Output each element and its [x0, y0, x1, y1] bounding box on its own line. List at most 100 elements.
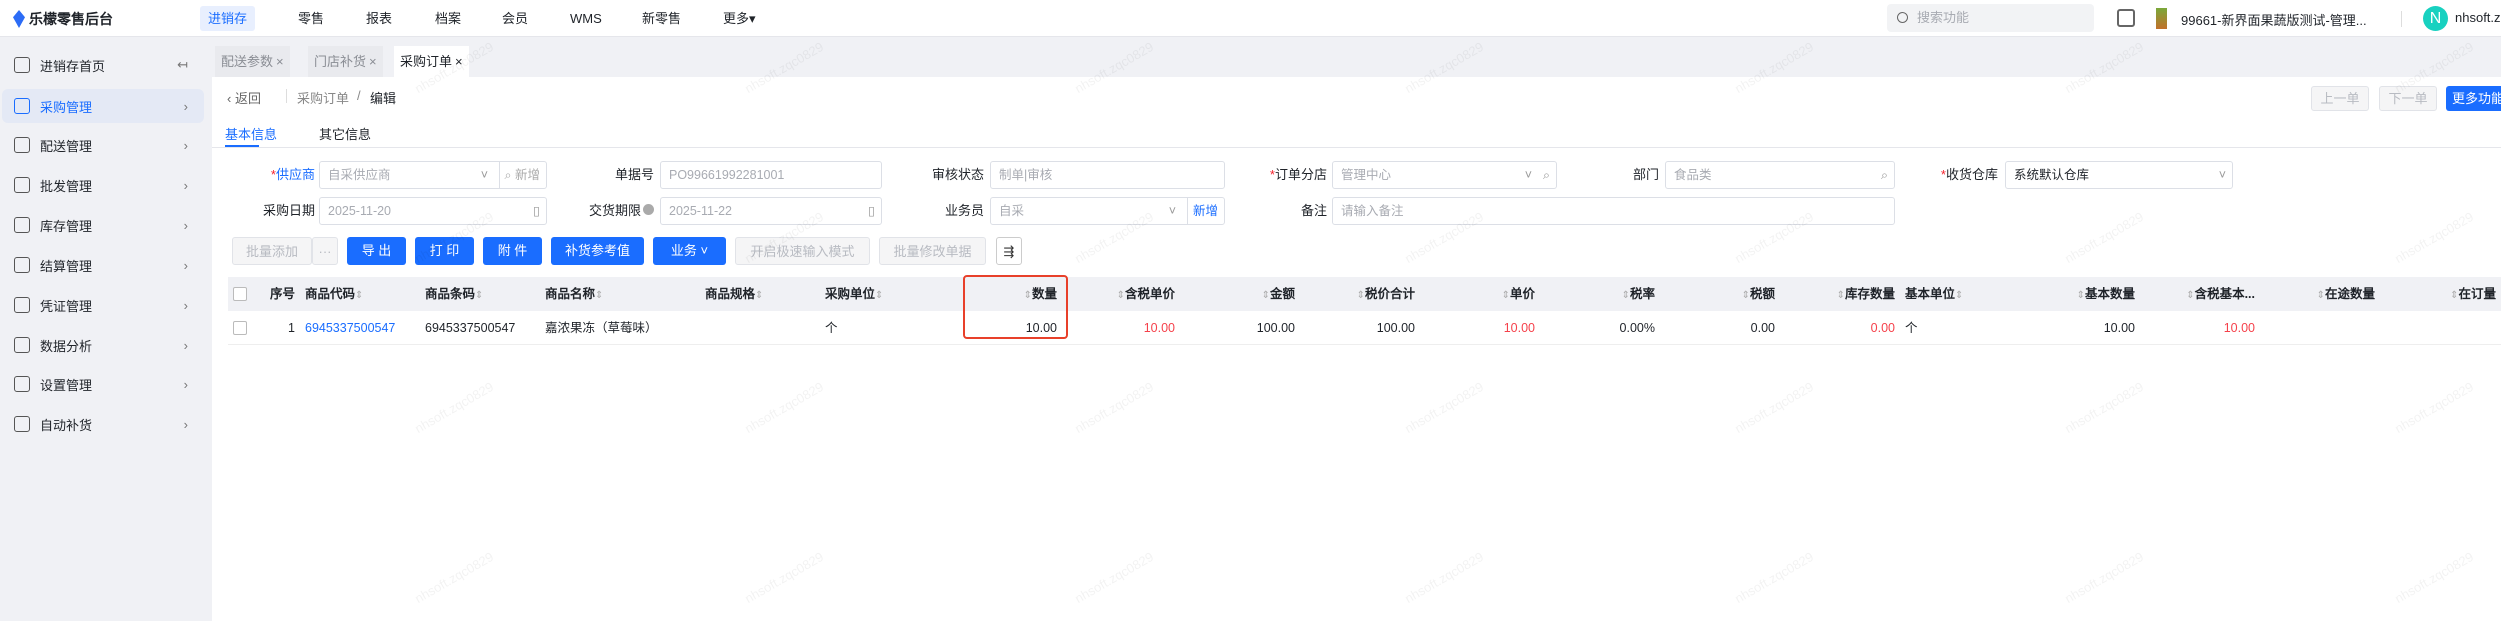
topnav-item[interactable]: 会员: [494, 6, 536, 31]
sidebar-item[interactable]: 数据分析 ›: [2, 328, 204, 362]
print-button[interactable]: 打 印: [415, 237, 474, 265]
column-header[interactable]: 商品代码⇕: [305, 277, 415, 311]
store-name[interactable]: 99661-新界面果蔬版测试-管理...: [2181, 10, 2367, 29]
store-avatar-icon[interactable]: [2156, 8, 2167, 29]
topnav-item[interactable]: 更多▾: [715, 6, 764, 31]
back-button[interactable]: ‹ 返回: [227, 88, 261, 107]
product-code-link[interactable]: 6945337500547: [305, 311, 415, 345]
column-header[interactable]: 采购单位⇕: [825, 277, 935, 311]
column-header[interactable]: 商品名称⇕: [545, 277, 695, 311]
doc-no-field[interactable]: PO99661992281001: [660, 161, 882, 189]
purchase-date-field[interactable]: 2025-11-20 ▯: [319, 197, 547, 225]
close-icon[interactable]: ×: [369, 54, 377, 69]
sort-icon[interactable]: ⇕: [355, 290, 363, 301]
sort-icon[interactable]: ⇕: [1117, 290, 1125, 301]
user-name[interactable]: nhsoft.z: [2455, 10, 2501, 25]
sidebar-item[interactable]: 自动补货 ›: [2, 407, 204, 441]
user-avatar[interactable]: N: [2423, 6, 2448, 31]
deadline-field[interactable]: 2025-11-22 ▯: [660, 197, 882, 225]
column-header[interactable]: ⇕基本数量: [2025, 277, 2135, 311]
sort-icon[interactable]: ⇕: [2317, 290, 2325, 301]
column-header[interactable]: ⇕库存数量: [1785, 277, 1895, 311]
memo-input[interactable]: 请输入备注: [1332, 197, 1895, 225]
sort-icon[interactable]: ⇕: [1742, 290, 1750, 301]
more-functions-button[interactable]: 更多功能: [2446, 86, 2501, 111]
close-icon[interactable]: ×: [455, 54, 463, 69]
column-header[interactable]: ⇕税价合计: [1305, 277, 1415, 311]
column-header[interactable]: ⇕单价: [1425, 277, 1535, 311]
sidebar-item[interactable]: 采购管理 ›: [2, 89, 204, 123]
sort-icon[interactable]: ⇕: [2186, 290, 2194, 301]
search-input[interactable]: 搜索功能: [1887, 4, 2094, 32]
column-header[interactable]: ⇕含税单价: [1067, 277, 1175, 311]
sort-icon[interactable]: ⇕: [1622, 290, 1630, 301]
sort-icon[interactable]: ⇕: [1837, 290, 1845, 301]
sort-icon[interactable]: ⇕: [1262, 290, 1270, 301]
more-actions-button[interactable]: ···: [312, 237, 338, 265]
branch-select[interactable]: 管理中心 ˅ ⌕: [1332, 161, 1557, 189]
staff-add-button[interactable]: 新增: [1186, 198, 1218, 224]
attachment-button[interactable]: 附 件: [483, 237, 542, 265]
column-settings-icon[interactable]: ⇶: [996, 237, 1022, 265]
sort-icon[interactable]: ⇕: [595, 290, 603, 301]
staff-select[interactable]: 自采 ˅ 新增: [990, 197, 1225, 225]
column-header[interactable]: ⇕税额: [1665, 277, 1775, 311]
topnav-item[interactable]: 档案: [427, 6, 469, 31]
warehouse-select[interactable]: 系统默认仓库 ˅: [2005, 161, 2233, 189]
breadcrumb-parent[interactable]: 采购订单: [297, 88, 349, 107]
app-logo[interactable]: 乐檬零售后台: [13, 9, 113, 29]
sort-icon[interactable]: ⇕: [1955, 290, 1963, 301]
column-header[interactable]: ⇕含税基本...: [2145, 277, 2255, 311]
audit-status-field[interactable]: 制单|审核: [990, 161, 1225, 189]
topnav-item[interactable]: 进销存: [200, 6, 256, 31]
sidebar-item[interactable]: 设置管理 ›: [2, 367, 204, 401]
select-all-checkbox[interactable]: [233, 287, 247, 301]
column-header[interactable]: 商品规格⇕: [705, 277, 815, 311]
tab-basic-info[interactable]: 基本信息: [225, 124, 277, 143]
tab-item[interactable]: 门店补货 ×: [308, 46, 383, 77]
row-checkbox[interactable]: [233, 321, 247, 335]
sort-icon[interactable]: ⇕: [1357, 290, 1365, 301]
sidebar-item[interactable]: 库存管理 ›: [2, 208, 204, 242]
dept-field[interactable]: 食品类 ⌕: [1665, 161, 1895, 189]
topnav-item[interactable]: 新零售: [634, 6, 689, 31]
column-header[interactable]: ⇕税率: [1545, 277, 1655, 311]
column-header[interactable]: ⇕金额: [1185, 277, 1295, 311]
export-button[interactable]: 导 出: [347, 237, 406, 265]
collapse-icon[interactable]: ↤: [177, 57, 188, 73]
supplier-select[interactable]: 自采供应商 ˅ ⌕ 新增: [319, 161, 547, 189]
batch-add-button[interactable]: 批量添加: [232, 237, 312, 265]
tab-item[interactable]: 采购订单 ×: [394, 46, 469, 77]
column-header[interactable]: ⇕在订量: [2385, 277, 2496, 311]
printer-icon[interactable]: [2117, 9, 2135, 27]
topnav-item[interactable]: 报表: [358, 6, 400, 31]
topnav-item[interactable]: WMS: [562, 6, 610, 31]
sidebar-item[interactable]: 凭证管理 ›: [2, 288, 204, 322]
sidebar-item[interactable]: 结算管理 ›: [2, 248, 204, 282]
sort-icon[interactable]: ⇕: [475, 290, 483, 301]
supplier-add-button[interactable]: ⌕ 新增: [498, 162, 540, 188]
column-header[interactable]: 序号: [259, 277, 295, 311]
close-icon[interactable]: ×: [276, 54, 284, 69]
next-order-button[interactable]: 下一单: [2379, 86, 2437, 111]
column-header[interactable]: 商品条码⇕: [425, 277, 535, 311]
sort-icon[interactable]: ⇕: [1502, 290, 1510, 301]
sort-icon[interactable]: ⇕: [875, 290, 883, 301]
column-header[interactable]: ⇕在途数量: [2265, 277, 2375, 311]
prev-order-button[interactable]: 上一单: [2311, 86, 2369, 111]
batch-edit-button[interactable]: 批量修改单据: [879, 237, 986, 265]
sidebar-item[interactable]: 批发管理 ›: [2, 168, 204, 202]
topnav-item[interactable]: 零售: [290, 6, 332, 31]
business-dropdown-button[interactable]: 业务 ˅: [653, 237, 726, 265]
help-icon[interactable]: [643, 204, 654, 215]
calendar-icon[interactable]: ▯: [533, 198, 540, 224]
tab-other-info[interactable]: 其它信息: [319, 124, 371, 143]
sidebar-item[interactable]: 进销存首页 ↤: [2, 48, 204, 82]
fast-input-mode-button[interactable]: 开启极速输入模式: [735, 237, 870, 265]
replenish-reference-button[interactable]: 补货参考值: [551, 237, 644, 265]
column-header[interactable]: 基本单位⇕: [1905, 277, 2015, 311]
sort-icon[interactable]: ⇕: [2077, 290, 2085, 301]
sidebar-item[interactable]: 配送管理 ›: [2, 128, 204, 162]
sort-icon[interactable]: ⇕: [755, 290, 763, 301]
tab-item[interactable]: 配送参数 ×: [215, 46, 290, 77]
